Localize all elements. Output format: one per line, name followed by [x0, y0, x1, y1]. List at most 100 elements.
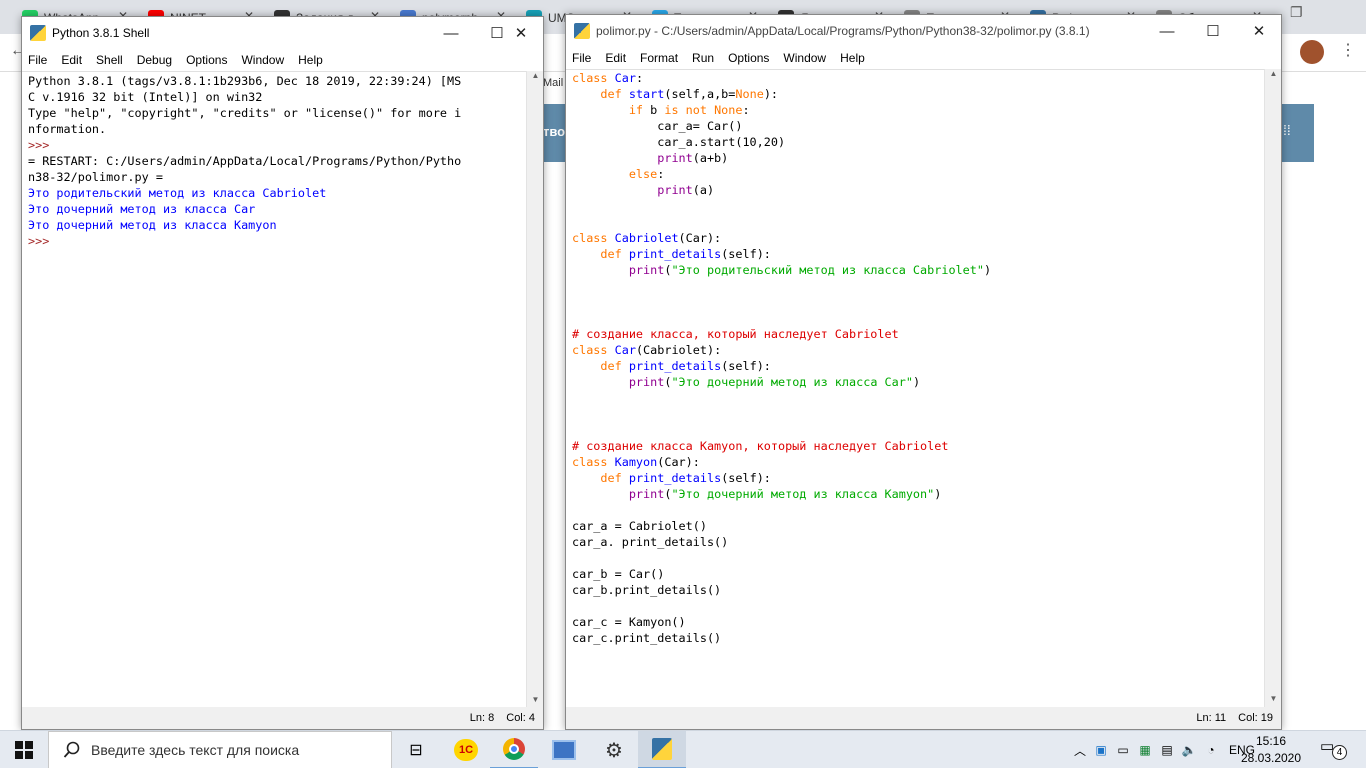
profile-avatar[interactable] [1300, 40, 1324, 64]
code-token: car_b = Car() [572, 567, 665, 581]
code-token: def [600, 247, 629, 261]
windows-logo-icon [15, 741, 33, 759]
taskbar-search[interactable]: Введите здесь текст для поиска [48, 731, 392, 768]
shell-output[interactable]: Python 3.8.1 (tags/v3.8.1:1b293b6, Dec 1… [22, 71, 526, 709]
task-view-icon[interactable]: ⊟ [392, 731, 440, 768]
code-token: class [572, 455, 615, 469]
shell-menu-shell[interactable]: Shell [96, 53, 123, 67]
code-token: (a) [692, 183, 715, 197]
code-token: car_b.print_details() [572, 583, 722, 597]
code-token: # создание класса, который наследует Cab… [572, 327, 899, 341]
editor-menu-help[interactable]: Help [840, 51, 865, 65]
tray-network-icon[interactable]: ◔ [1200, 743, 1222, 757]
shell-scrollbar[interactable]: ▲ ▼ [526, 71, 543, 709]
tray-battery-icon[interactable]: ▭ [1112, 743, 1134, 757]
shell-menubar: File Edit Shell Debug Options Window Help [22, 49, 543, 71]
maximize-icon[interactable]: ☐ [1190, 15, 1236, 47]
shell-statusbar: Ln: 8 Col: 4 [22, 707, 543, 729]
shell-title: Python 3.8.1 Shell [52, 26, 150, 40]
bookmark-item[interactable]: Mail [543, 77, 563, 89]
minimize-icon[interactable]: — [428, 17, 474, 49]
tray-volume-icon[interactable]: 🔈 [1178, 743, 1200, 757]
browser-restore-icon[interactable]: ❐ [1290, 4, 1303, 21]
shell-menu-edit[interactable]: Edit [61, 53, 82, 67]
code-token: ) [934, 487, 942, 501]
settings-gear-icon[interactable]: ⚙ [590, 731, 638, 768]
code-line: def print_details(self): [572, 358, 1264, 374]
code-token: "Это дочерний метод из класса Kamyon" [671, 487, 935, 501]
editor-menu-edit[interactable]: Edit [605, 51, 626, 65]
code-token: car_a.start(10,20) [572, 135, 786, 149]
code-token: print_details [628, 359, 722, 373]
code-token: car_a= Car() [572, 119, 743, 133]
code-line: # создание класса, который наследует Cab… [572, 326, 1264, 342]
shell-menu-file[interactable]: File [28, 53, 47, 67]
editor-titlebar[interactable]: polimor.py - C:/Users/admin/AppData/Loca… [566, 15, 1281, 47]
taskbar: Введите здесь текст для поиска ⊟ 1C ⚙ ︿ … [0, 730, 1366, 768]
code-line: class Car(Cabriolet): [572, 342, 1264, 358]
status-line: Ln: 8 [469, 712, 495, 724]
code-token: class [572, 71, 615, 85]
scroll-up-icon[interactable]: ▲ [527, 71, 544, 85]
chrome-icon[interactable] [490, 731, 538, 768]
editor-scrollbar[interactable]: ▲ ▼ [1264, 69, 1281, 708]
tray-defender-icon[interactable]: ▦ [1134, 743, 1156, 757]
tray-app-icon[interactable]: ▣ [1090, 743, 1112, 757]
code-token: : [635, 71, 644, 85]
shell-menu-debug[interactable]: Debug [137, 53, 172, 67]
code-line: class Cabriolet(Car): [572, 230, 1264, 246]
start-button[interactable] [0, 731, 48, 768]
code-token: Car [614, 71, 636, 85]
image-app-icon[interactable] [540, 731, 588, 768]
code-token: b [650, 103, 665, 117]
banner-text: тво [543, 124, 566, 139]
editor-menu-options[interactable]: Options [728, 51, 769, 65]
shell-menu-window[interactable]: Window [241, 53, 284, 67]
editor-menu-run[interactable]: Run [692, 51, 714, 65]
code-line: def print_details(self): [572, 470, 1264, 486]
clock[interactable]: 15:16 28.03.2020 [1232, 733, 1310, 767]
code-line: if b is not None: [572, 102, 1264, 118]
shell-line: nformation. [28, 122, 107, 136]
scroll-up-icon[interactable]: ▲ [1265, 69, 1282, 83]
search-placeholder: Введите здесь текст для поиска [91, 742, 300, 758]
minimize-icon[interactable]: — [1144, 15, 1190, 47]
shell-output-line: Это дочерний метод из класса Car [28, 202, 256, 216]
code-token: print_details [628, 471, 722, 485]
shell-menu-options[interactable]: Options [186, 53, 227, 67]
editor-menu-window[interactable]: Window [783, 51, 826, 65]
python-idle-icon[interactable] [638, 731, 686, 768]
banner-grid-icon[interactable]: ⁞⁞ [1283, 122, 1291, 138]
tray-expand-icon[interactable]: ︿ [1070, 742, 1090, 759]
editor-menu-file[interactable]: File [572, 51, 591, 65]
python-icon [574, 23, 590, 39]
shell-line: = RESTART: C:/Users/admin/AppData/Local/… [28, 154, 462, 168]
status-col: Col: 19 [1238, 712, 1273, 724]
code-line: car_b = Car() [572, 566, 1264, 582]
code-line: class Car: [572, 70, 1264, 86]
code-token: (Car): [657, 455, 700, 469]
code-token: None [735, 87, 764, 101]
python-editor-window: polimor.py - C:/Users/admin/AppData/Loca… [565, 14, 1282, 730]
shell-line: Type "help", "copyright", "credits" or "… [28, 106, 462, 120]
scroll-down-icon[interactable]: ▼ [1265, 694, 1282, 708]
code-token: def [600, 359, 629, 373]
1c-app-icon[interactable]: 1C [442, 731, 490, 768]
python-shell-window: Python 3.8.1 Shell — ☐ ✕ File Edit Shell De… [21, 16, 544, 730]
shell-menu-help[interactable]: Help [298, 53, 323, 67]
tray-monitor-icon[interactable]: ▤ [1156, 743, 1178, 757]
editor-menu-format[interactable]: Format [640, 51, 678, 65]
browser-menu-icon[interactable]: ⋮ [1340, 40, 1356, 60]
editor-code[interactable]: class Car: def start(self,a,b=None): if … [566, 69, 1264, 708]
close-icon[interactable]: ✕ [1236, 15, 1282, 47]
code-token: car_c.print_details() [572, 631, 722, 645]
shell-titlebar[interactable]: Python 3.8.1 Shell — ☐ ✕ [22, 17, 543, 49]
notification-button[interactable]: ▭ 4 [1320, 737, 1350, 763]
close-icon[interactable]: ✕ [498, 17, 544, 49]
